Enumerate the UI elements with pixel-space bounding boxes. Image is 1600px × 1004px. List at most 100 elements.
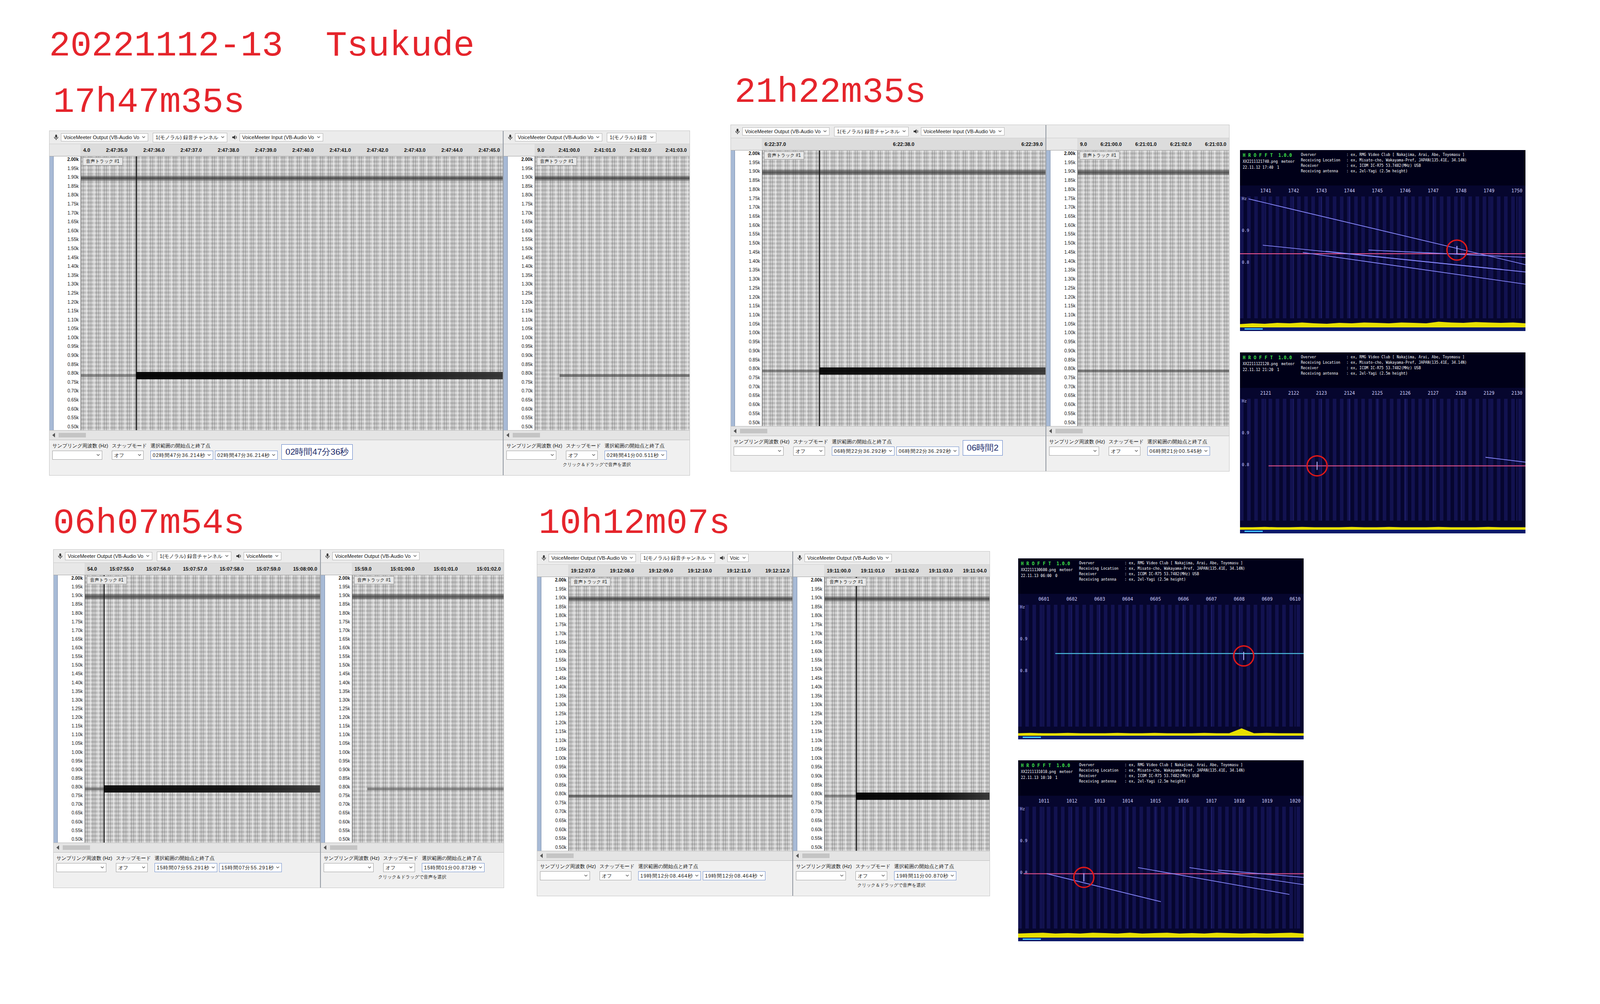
spectrogram[interactable]: 音声トラック #1 [1077,150,1230,426]
device-dropdown[interactable]: VoiceMeeter Input (VB-Audio Vo [239,133,324,142]
spectrogram[interactable]: 音声トラック #1 [352,575,504,843]
track-name[interactable]: 音声トラック #1 [570,577,611,586]
horizontal-scrollbar[interactable] [793,850,990,860]
horizontal-scrollbar[interactable] [730,425,1046,436]
device-selector[interactable]: VoiceMeeter Output (VB-Audio Vo [540,553,636,562]
track-control-strip[interactable] [49,156,54,430]
track-control-strip[interactable] [1046,150,1051,426]
scroll-thumb[interactable] [512,432,540,438]
time-field[interactable]: 02時間41分00.511秒 [604,450,667,460]
track-control-strip[interactable] [793,576,798,851]
snap-dropdown[interactable]: オフ [111,450,144,460]
scroll-thumb[interactable] [546,853,574,858]
time-ruler[interactable]: 15:59.015:01:00.015:01:01.015:01:02.0 [320,562,504,575]
scroll-left-icon[interactable] [52,432,55,438]
device-selector[interactable]: VoiceMeete [235,551,282,560]
device-selector[interactable]: VoiceMeeter Output (VB-Audio Vo [796,553,892,562]
spectrogram[interactable]: 音声トラック #1 [824,576,990,851]
sample-rate-dropdown[interactable] [56,862,107,872]
time-field[interactable]: 15時間01分00.873秒 [421,862,485,872]
time-field[interactable]: 15時間07分55.291秒 [219,862,282,872]
snap-dropdown[interactable]: オフ [855,870,888,880]
device-selector[interactable]: VoiceMeeter Output (VB-Audio Vo [324,551,420,560]
scroll-left-icon[interactable] [733,428,737,434]
device-dropdown[interactable]: 1(モノラル) 録音チャンネル [156,551,232,561]
device-selector[interactable]: VoiceMeeter Input (VB-Audio Vo [913,127,1005,136]
time-field[interactable]: 02時間47分36.214秒 [150,450,214,460]
time-field[interactable]: 19時間11分00.870秒 [894,870,957,880]
track-control-strip[interactable] [730,150,735,426]
device-dropdown[interactable]: 1(モノラル) 録音チャンネル [834,126,909,137]
snap-dropdown[interactable]: オフ [383,862,415,872]
device-selector[interactable]: 1(モノラル) 録音チャンネル [640,553,715,563]
track-name[interactable]: 音声トラック #1 [86,575,127,585]
scroll-left-icon[interactable] [1049,428,1052,434]
time-field[interactable]: 06時間22分36.292秒 [896,446,960,456]
device-dropdown[interactable]: VoiceMeeter Output (VB-Audio Vo [804,553,892,562]
sample-rate-dropdown[interactable] [1049,446,1100,456]
track-name[interactable]: 音声トラック #1 [536,157,577,166]
device-dropdown[interactable]: 1(モノラル) 録音 [606,132,657,143]
time-field[interactable]: 19時間12分08.464秒 [702,870,766,880]
sample-rate-dropdown[interactable] [795,870,846,880]
scroll-thumb[interactable] [802,853,830,858]
scroll-left-icon[interactable] [323,845,327,850]
device-selector[interactable]: VoiceMeeter Input (VB-Audio Vo [231,133,324,142]
time-field[interactable]: 02時間47分36.214秒 [215,450,278,460]
snap-dropdown[interactable]: オフ [115,862,148,872]
time-field[interactable]: 19時間12分08.464秒 [638,870,701,880]
device-dropdown[interactable]: VoiceMeeter Output (VB-Audio Vo [332,551,420,560]
spectrogram[interactable]: 音声トラック #1 [762,150,1046,426]
device-dropdown[interactable]: 1(モノラル) 録音チャンネル [152,132,228,143]
sample-rate-dropdown[interactable] [540,870,590,880]
device-selector[interactable]: 1(モノラル) 録音 [606,132,657,143]
scroll-thumb[interactable] [330,845,358,850]
track-name[interactable]: 音声トラック #1 [354,575,395,585]
horizontal-scrollbar[interactable] [320,842,504,852]
track-control-strip[interactable] [53,575,58,843]
device-dropdown[interactable]: VoiceMeete [243,551,282,560]
spectrogram[interactable]: 音声トラック #1 [80,156,503,430]
horizontal-scrollbar[interactable] [49,430,503,440]
scroll-thumb[interactable] [58,432,86,438]
scroll-thumb[interactable] [62,845,90,850]
device-dropdown[interactable]: Voic [727,553,749,562]
device-selector[interactable]: 1(モノラル) 録音チャンネル [834,126,909,137]
device-dropdown[interactable]: 1(モノラル) 録音チャンネル [640,553,715,563]
device-selector[interactable]: VoiceMeeter Output (VB-Audio Vo [507,133,603,142]
device-dropdown[interactable]: VoiceMeeter Output (VB-Audio Vo [515,133,603,142]
track-control-strip[interactable] [537,576,542,851]
scroll-left-icon[interactable] [540,853,543,858]
sample-rate-dropdown[interactable] [733,446,784,456]
device-dropdown[interactable]: VoiceMeeter Output (VB-Audio Vo [548,553,636,562]
time-field[interactable]: 15時間07分55.291秒 [154,862,218,872]
snap-dropdown[interactable]: オフ [599,870,632,880]
scroll-left-icon[interactable] [506,432,510,438]
track-name[interactable]: 音声トラック #1 [1079,151,1120,160]
scroll-thumb[interactable] [1055,428,1083,434]
spectrogram[interactable]: 音声トラック #1 [535,156,690,430]
device-selector[interactable]: Voic [719,553,749,562]
track-control-strip[interactable] [320,575,325,843]
device-dropdown[interactable]: VoiceMeeter Output (VB-Audio Vo [65,551,153,560]
device-selector[interactable]: 1(モノラル) 録音チャンネル [156,551,232,561]
sample-rate-dropdown[interactable] [323,862,374,872]
time-ruler[interactable]: 4.02:47:35.02:47:36.02:47:37.02:47:38.02… [49,144,503,157]
time-ruler[interactable]: 6:22:37.06:22:38.06:22:39.0 [730,138,1046,151]
device-selector[interactable]: VoiceMeeter Output (VB-Audio Vo [57,551,153,560]
time-field[interactable]: 06時間22分36.292秒 [831,446,895,456]
track-name[interactable]: 音声トラック #1 [826,577,867,586]
device-selector[interactable]: VoiceMeeter Output (VB-Audio Vo [734,127,830,136]
track-control-strip[interactable] [503,156,508,430]
scroll-thumb[interactable] [740,428,768,434]
horizontal-scrollbar[interactable] [1046,425,1230,436]
device-dropdown[interactable]: VoiceMeeter Input (VB-Audio Vo [920,127,1005,136]
snap-dropdown[interactable]: オフ [565,450,598,460]
scroll-left-icon[interactable] [795,853,799,858]
time-field[interactable]: 06時間21分00.545秒 [1147,446,1210,456]
horizontal-scrollbar[interactable] [537,850,793,860]
time-ruler[interactable]: 19:11:00.019:11:01.019:11:02.019:11:03.0… [793,564,990,577]
spectrogram[interactable]: 音声トラック #1 [568,576,793,851]
track-name[interactable]: 音声トラック #1 [764,151,805,160]
horizontal-scrollbar[interactable] [53,842,320,852]
